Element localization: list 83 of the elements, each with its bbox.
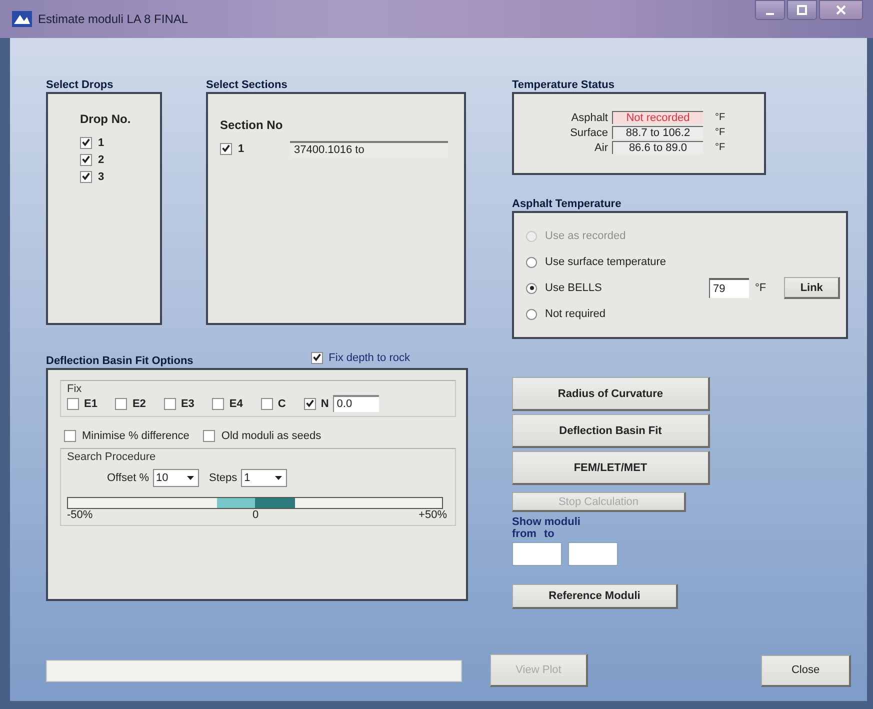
column-heading: Drop No. xyxy=(80,112,132,126)
radio-label: Use BELLS xyxy=(545,282,603,294)
link-button[interactable]: Link xyxy=(784,277,840,299)
checkbox[interactable] xyxy=(310,352,323,364)
maximize-button[interactable] xyxy=(787,0,817,20)
from-label: from xyxy=(512,528,538,540)
checkbox-label: E1 xyxy=(84,398,98,410)
action-button[interactable]: FEM/LET/MET xyxy=(512,451,710,485)
unit-label: °F xyxy=(755,282,766,294)
temperature-label: Air xyxy=(594,142,608,154)
checkbox[interactable] xyxy=(115,398,128,410)
group-title: Temperature Status xyxy=(512,78,616,92)
unit-label: °F xyxy=(715,112,726,123)
close-dialog-button[interactable]: Close xyxy=(761,654,851,686)
scale-label: +50% xyxy=(418,509,447,521)
minimize-button[interactable] xyxy=(755,0,785,20)
radio-label: Use as recorded xyxy=(545,230,627,242)
steps-dropdown[interactable]: 1 xyxy=(241,469,288,487)
close-button[interactable] xyxy=(819,0,863,20)
frame-title: Search Procedure xyxy=(67,451,157,463)
frame-title: Fix xyxy=(67,383,83,395)
window-title: Estimate moduli LA 8 FINAL xyxy=(38,12,188,26)
radio-label: Not required xyxy=(545,308,607,320)
n-value-field[interactable]: 0.0 xyxy=(332,395,379,412)
column-heading: Section No xyxy=(220,118,284,132)
steps-label: Steps xyxy=(208,472,238,484)
offset-dropdown[interactable]: 10 xyxy=(152,469,199,487)
temperature-value: Not recorded xyxy=(612,111,703,124)
app-icon xyxy=(12,11,32,27)
checkbox-label: E3 xyxy=(180,398,194,410)
to-field[interactable] xyxy=(568,542,618,566)
temperature-label: Asphalt xyxy=(570,112,608,124)
scale-label: -50% xyxy=(67,509,93,521)
radio-label: Use surface temperature xyxy=(545,256,668,268)
checkbox[interactable] xyxy=(80,170,92,182)
section-field: 37400.1016 to xyxy=(290,140,448,156)
reference-moduli-button[interactable]: Reference Moduli xyxy=(512,584,678,609)
radio-button[interactable] xyxy=(526,282,537,294)
action-button[interactable]: Deflection Basin Fit xyxy=(512,414,710,448)
group-title: Asphalt Temperature xyxy=(512,197,622,211)
checkbox-label: 3 xyxy=(98,170,104,182)
checkbox[interactable] xyxy=(220,142,232,154)
show-moduli-label: Show moduli xyxy=(512,516,582,528)
checkbox-label: C xyxy=(278,398,286,410)
temperature-value: 88.7 to 106.2 xyxy=(612,126,703,139)
checkbox[interactable] xyxy=(260,398,273,410)
to-label: to xyxy=(544,528,554,540)
action-button[interactable]: Radius of Curvature xyxy=(512,377,710,411)
checkbox[interactable] xyxy=(67,398,79,410)
radio-button[interactable] xyxy=(526,256,537,268)
group-title: Select Sections xyxy=(206,78,288,92)
unit-label: °F xyxy=(715,127,726,138)
checkbox-label: E4 xyxy=(229,398,243,410)
checkbox[interactable] xyxy=(64,430,76,442)
unit-label: °F xyxy=(715,142,726,153)
checkbox-label: 2 xyxy=(98,154,104,166)
checkbox[interactable] xyxy=(80,136,92,148)
maximize-icon xyxy=(797,5,807,15)
checkbox-label: 1 xyxy=(98,136,104,148)
offset-label: Offset % xyxy=(107,472,149,484)
checkbox-label: N xyxy=(320,398,329,410)
checkbox-label: Old moduli as seeds xyxy=(221,430,322,442)
checkbox[interactable] xyxy=(80,154,92,166)
group-title: Deflection Basin Fit Options xyxy=(46,354,194,368)
group-title: Select Drops xyxy=(46,78,114,92)
checkbox-label: Minimise % difference xyxy=(82,430,190,442)
scale-label: 0 xyxy=(252,509,259,521)
dropdown-arrow-icon xyxy=(275,476,282,480)
checkbox[interactable] xyxy=(164,398,176,410)
checkbox-label: 1 xyxy=(238,142,246,154)
checkbox-label: Fix depth to rock xyxy=(328,352,410,364)
temperature-value: 86.6 to 89.0 xyxy=(612,141,703,154)
checkbox[interactable] xyxy=(203,430,216,442)
from-field[interactable] xyxy=(512,542,562,566)
radio-button[interactable] xyxy=(526,308,537,320)
close-icon xyxy=(836,5,846,15)
temperature-field[interactable]: 79 xyxy=(709,278,749,298)
minimize-icon xyxy=(766,12,774,14)
temperature-label: Surface xyxy=(569,126,608,138)
checkbox[interactable] xyxy=(212,398,224,410)
dropdown-arrow-icon xyxy=(186,476,194,480)
checkbox-label: E2 xyxy=(132,398,146,410)
checkbox[interactable] xyxy=(304,398,316,410)
